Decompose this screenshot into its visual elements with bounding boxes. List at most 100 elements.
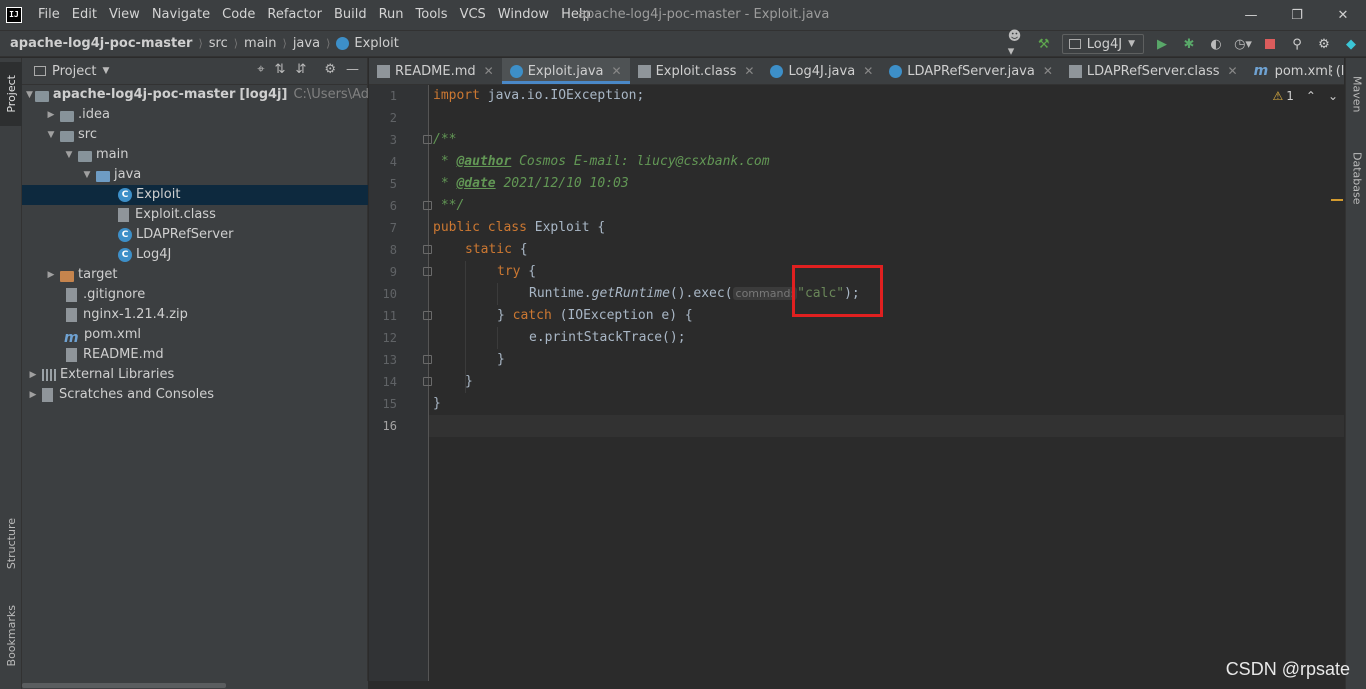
tree-node-log4j[interactable]: C Log4J (22, 245, 368, 265)
tool-tab-bookmarks[interactable]: Bookmarks (0, 594, 22, 678)
restore-icon[interactable]: ❐ (1274, 0, 1320, 30)
menu-window[interactable]: Window (492, 0, 555, 30)
chevron-right-icon[interactable]: ▶ (44, 265, 58, 285)
tab-exploit-java[interactable]: Exploit.java ✕ (501, 58, 630, 84)
menu-file[interactable]: File (32, 0, 66, 30)
close-window-icon[interactable]: ✕ (1320, 0, 1366, 30)
fold-marker-icon[interactable] (423, 377, 432, 386)
tree-node-external-libraries[interactable]: ▶ External Libraries (22, 365, 368, 385)
chevron-down-icon[interactable]: ▼ (44, 125, 58, 145)
tree-node-nginx-zip[interactable]: nginx-1.21.4.zip (22, 305, 368, 325)
tab-readme[interactable]: README.md ✕ (369, 58, 502, 84)
profile-icon[interactable]: ◷▾ (1234, 35, 1252, 53)
code-editor[interactable]: 1 2 3 4 5 6 7 8 9 10 11 12 13 14 15 16 i… (369, 85, 1344, 681)
inspection-widget[interactable]: ⚠ 1 ⌃ ⌄ (1272, 89, 1338, 103)
chevron-down-icon[interactable]: ▼ (62, 145, 76, 165)
locate-file-icon[interactable]: ⌖ (257, 62, 264, 77)
close-icon[interactable]: ✕ (863, 64, 873, 78)
stop-icon[interactable] (1261, 35, 1279, 53)
tab-ldaprefserver-class[interactable]: LDAPRefServer.class ✕ (1061, 58, 1246, 84)
breadcrumb-src[interactable]: src (209, 36, 228, 51)
tab-log4j-java[interactable]: Log4J.java ✕ (762, 58, 881, 84)
breadcrumb-java[interactable]: java (293, 36, 320, 51)
tab-ldaprefserver-java[interactable]: LDAPRefServer.java ✕ (881, 58, 1061, 84)
chevron-down-icon[interactable]: ⌄ (1328, 89, 1338, 103)
tree-node-exploit[interactable]: C Exploit (22, 185, 368, 205)
tree-label: main (96, 147, 129, 162)
fold-marker-icon[interactable] (423, 267, 432, 276)
tool-tab-project[interactable]: Project (0, 62, 22, 126)
scrollbar-thumb[interactable] (22, 683, 226, 688)
folder-icon (60, 110, 74, 122)
chevron-down-icon[interactable]: ▼ (80, 165, 94, 185)
menu-view[interactable]: View (103, 0, 146, 30)
coverage-icon[interactable]: ◐ (1207, 35, 1225, 53)
project-view-select[interactable]: Project (52, 64, 96, 79)
menu-tools[interactable]: Tools (410, 0, 454, 30)
tree-node-scratches[interactable]: ▶ Scratches and Consoles (22, 385, 368, 405)
warning-icon[interactable]: ⚠ (1272, 89, 1283, 103)
menu-run[interactable]: Run (373, 0, 410, 30)
horizontal-scrollbar[interactable] (22, 681, 368, 689)
menu-code[interactable]: Code (216, 0, 261, 30)
fold-marker-icon[interactable] (423, 311, 432, 320)
expand-all-icon[interactable]: ⇅ (275, 62, 286, 77)
chevron-right-icon[interactable]: ▶ (26, 365, 40, 385)
code-token: } (433, 396, 441, 411)
tool-tab-database[interactable]: Database (1346, 138, 1366, 218)
tool-tab-structure[interactable]: Structure (0, 504, 22, 584)
tool-tab-maven[interactable]: Maven (1346, 64, 1366, 124)
tree-label: pom.xml (84, 327, 141, 342)
debug-icon[interactable]: ✱ (1180, 35, 1198, 53)
user-icon[interactable]: ☻▾ (1008, 29, 1026, 59)
tree-node-readme[interactable]: README.md (22, 345, 368, 365)
tree-node-ldaprefserver[interactable]: C LDAPRefServer (22, 225, 368, 245)
close-icon[interactable]: ✕ (1043, 64, 1053, 78)
tree-node-java[interactable]: ▼ java (22, 165, 368, 185)
fold-marker-icon[interactable] (423, 355, 432, 364)
tree-node-gitignore[interactable]: .gitignore (22, 285, 368, 305)
scrollbar-warning-marker[interactable] (1331, 199, 1343, 201)
tree-node-project-root[interactable]: ▼ apache-log4j-poc-master [log4j] C:\Use… (22, 85, 409, 105)
more-tabs-icon[interactable]: ⋮ (1325, 64, 1338, 79)
chevron-right-icon[interactable]: ▶ (26, 385, 40, 405)
breadcrumb-main[interactable]: main (244, 36, 276, 51)
options-gear-icon[interactable]: ⚙ (324, 62, 336, 77)
code-token: } (497, 352, 505, 367)
close-icon[interactable]: ✕ (744, 64, 754, 78)
chevron-up-icon[interactable]: ⌃ (1306, 89, 1316, 103)
tree-node-idea[interactable]: ▶ .idea (22, 105, 368, 125)
settings-gear-icon[interactable]: ⚙ (1315, 35, 1333, 53)
jetbrains-toolbox-icon[interactable]: ◆ (1342, 35, 1360, 53)
menu-vcs[interactable]: VCS (454, 0, 492, 30)
run-icon[interactable]: ▶ (1153, 35, 1171, 53)
chevron-down-icon[interactable]: ▼ (102, 66, 109, 76)
fold-marker-icon[interactable] (423, 201, 432, 210)
fold-marker-icon[interactable] (423, 245, 432, 254)
hide-panel-icon[interactable]: — (346, 62, 359, 77)
menu-build[interactable]: Build (328, 0, 373, 30)
menu-navigate[interactable]: Navigate (146, 0, 216, 30)
chevron-down-icon[interactable]: ▼ (26, 85, 33, 105)
tab-exploit-class[interactable]: Exploit.class ✕ (630, 58, 763, 84)
menu-refactor[interactable]: Refactor (261, 0, 328, 30)
fold-marker-icon[interactable] (423, 135, 432, 144)
menu-edit[interactable]: Edit (66, 0, 103, 30)
tree-node-exploit-class[interactable]: Exploit.class (22, 205, 368, 225)
tree-node-target[interactable]: ▶ target (22, 265, 368, 285)
tree-node-pom[interactable]: m pom.xml (22, 325, 368, 346)
close-icon[interactable]: ✕ (612, 64, 622, 78)
intellij-logo-icon[interactable]: IJ (6, 7, 22, 23)
close-icon[interactable]: ✕ (484, 64, 494, 78)
tree-node-main[interactable]: ▼ main (22, 145, 368, 165)
run-configuration-select[interactable]: Log4J ▼ (1061, 34, 1144, 54)
search-icon[interactable]: ⚲ (1288, 35, 1306, 53)
chevron-right-icon[interactable]: ▶ (44, 105, 58, 125)
breadcrumb-exploit[interactable]: Exploit (354, 36, 398, 51)
collapse-all-icon[interactable]: ⇵ (295, 62, 306, 77)
breadcrumb-project[interactable]: apache-log4j-poc-master (10, 36, 192, 51)
build-hammer-icon[interactable]: ⚒ (1035, 35, 1053, 53)
minimize-icon[interactable]: — (1228, 0, 1274, 30)
close-icon[interactable]: ✕ (1228, 64, 1238, 78)
tree-node-src[interactable]: ▼ src (22, 125, 368, 145)
